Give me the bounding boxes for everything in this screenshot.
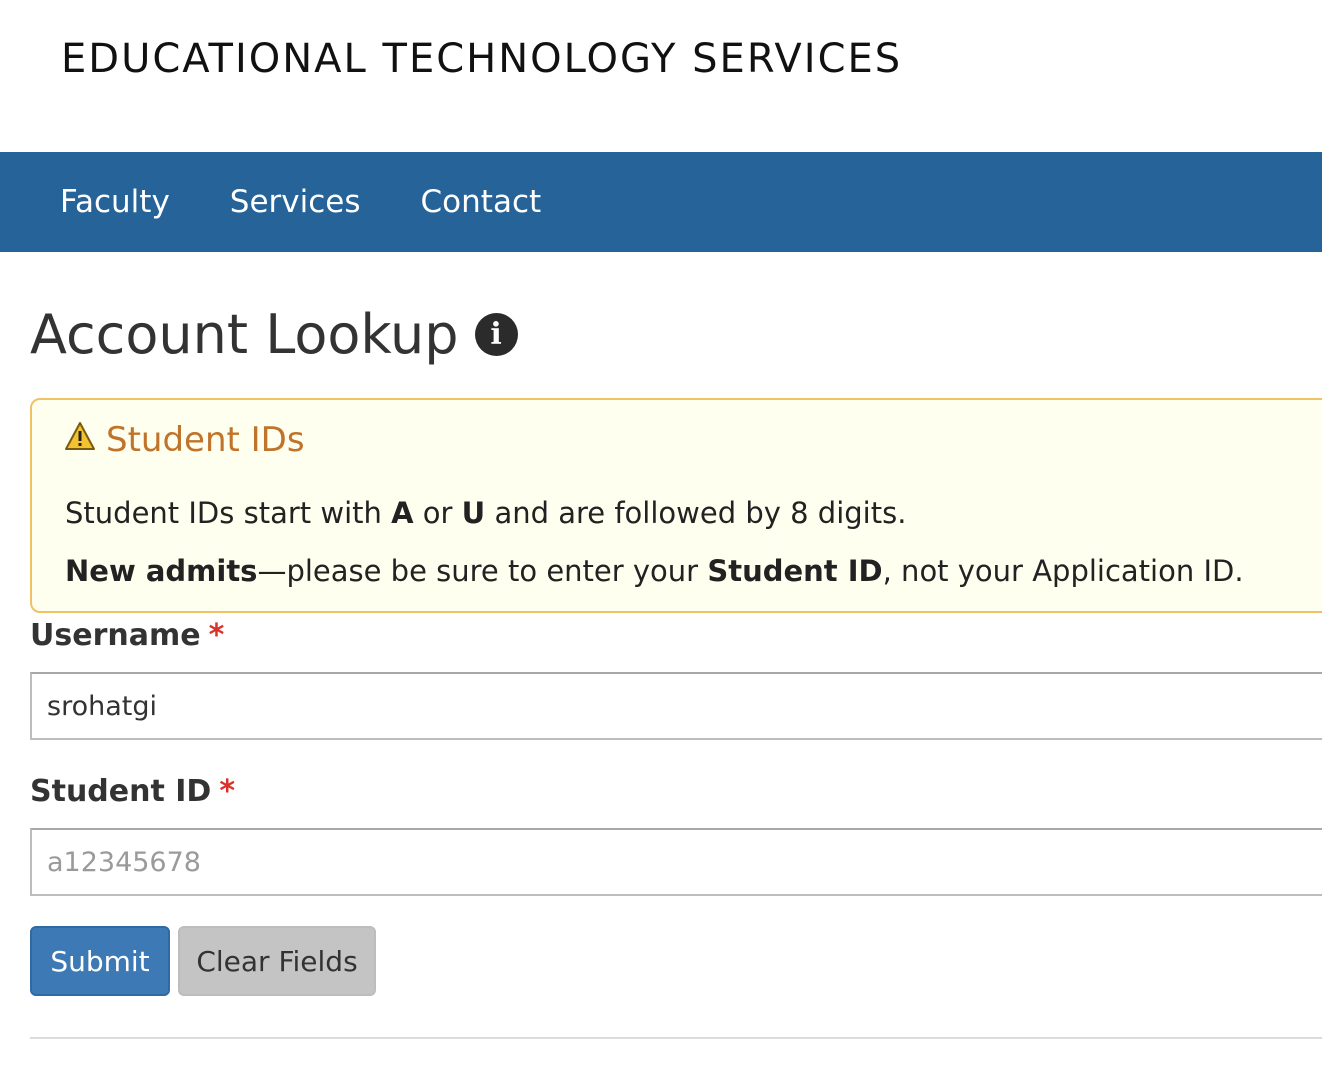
alert-text-bold: A xyxy=(391,496,414,530)
info-circle-icon[interactable]: i xyxy=(474,313,518,356)
alert-text-new-admits: New admits—please be sure to enter your … xyxy=(65,554,1244,588)
main-navbar: Faculty Services Contact xyxy=(0,152,1322,254)
site-title: EDUCATIONAL TECHNOLOGY SERVICES xyxy=(61,36,903,82)
page-title-row: Account Lookup i xyxy=(30,303,518,366)
alert-text: Student IDs start with xyxy=(65,496,392,530)
alert-title: Student IDs xyxy=(106,420,305,460)
alert-text-bold: Student ID xyxy=(707,554,883,588)
student-id-label-text: Student ID xyxy=(30,774,212,809)
nav-item-contact[interactable]: Contact xyxy=(421,184,542,220)
required-marker: * xyxy=(219,774,236,809)
page-title: Account Lookup xyxy=(30,303,459,366)
alert-text-bold: New admits xyxy=(65,554,258,588)
clear-fields-button[interactable]: Clear Fields xyxy=(178,926,376,996)
alert-text: and are followed by 8 digits. xyxy=(485,496,907,530)
username-label-text: Username xyxy=(30,618,201,653)
warning-triangle-icon xyxy=(65,422,95,450)
alert-heading: Student IDs xyxy=(64,420,305,460)
alert-text-format: Student IDs start with A or U and are fo… xyxy=(65,496,906,530)
alert-text-bold: U xyxy=(461,496,486,530)
student-id-input[interactable] xyxy=(30,828,1322,896)
submit-button[interactable]: Submit xyxy=(30,926,170,996)
divider xyxy=(30,1037,1322,1039)
alert-text: , not your Application ID. xyxy=(882,554,1244,588)
nav-list: Faculty Services Contact xyxy=(30,152,545,254)
username-label: Username * xyxy=(30,618,224,653)
required-marker: * xyxy=(208,618,225,653)
nav-item-services[interactable]: Services xyxy=(230,184,361,220)
nav-item-faculty[interactable]: Faculty xyxy=(60,184,170,220)
username-input[interactable] xyxy=(30,672,1322,740)
alert-text: —please be sure to enter your xyxy=(257,554,708,588)
student-id-label: Student ID * xyxy=(30,774,235,809)
student-id-alert: Student IDs Student IDs start with A or … xyxy=(30,398,1322,613)
alert-text: or xyxy=(413,496,462,530)
